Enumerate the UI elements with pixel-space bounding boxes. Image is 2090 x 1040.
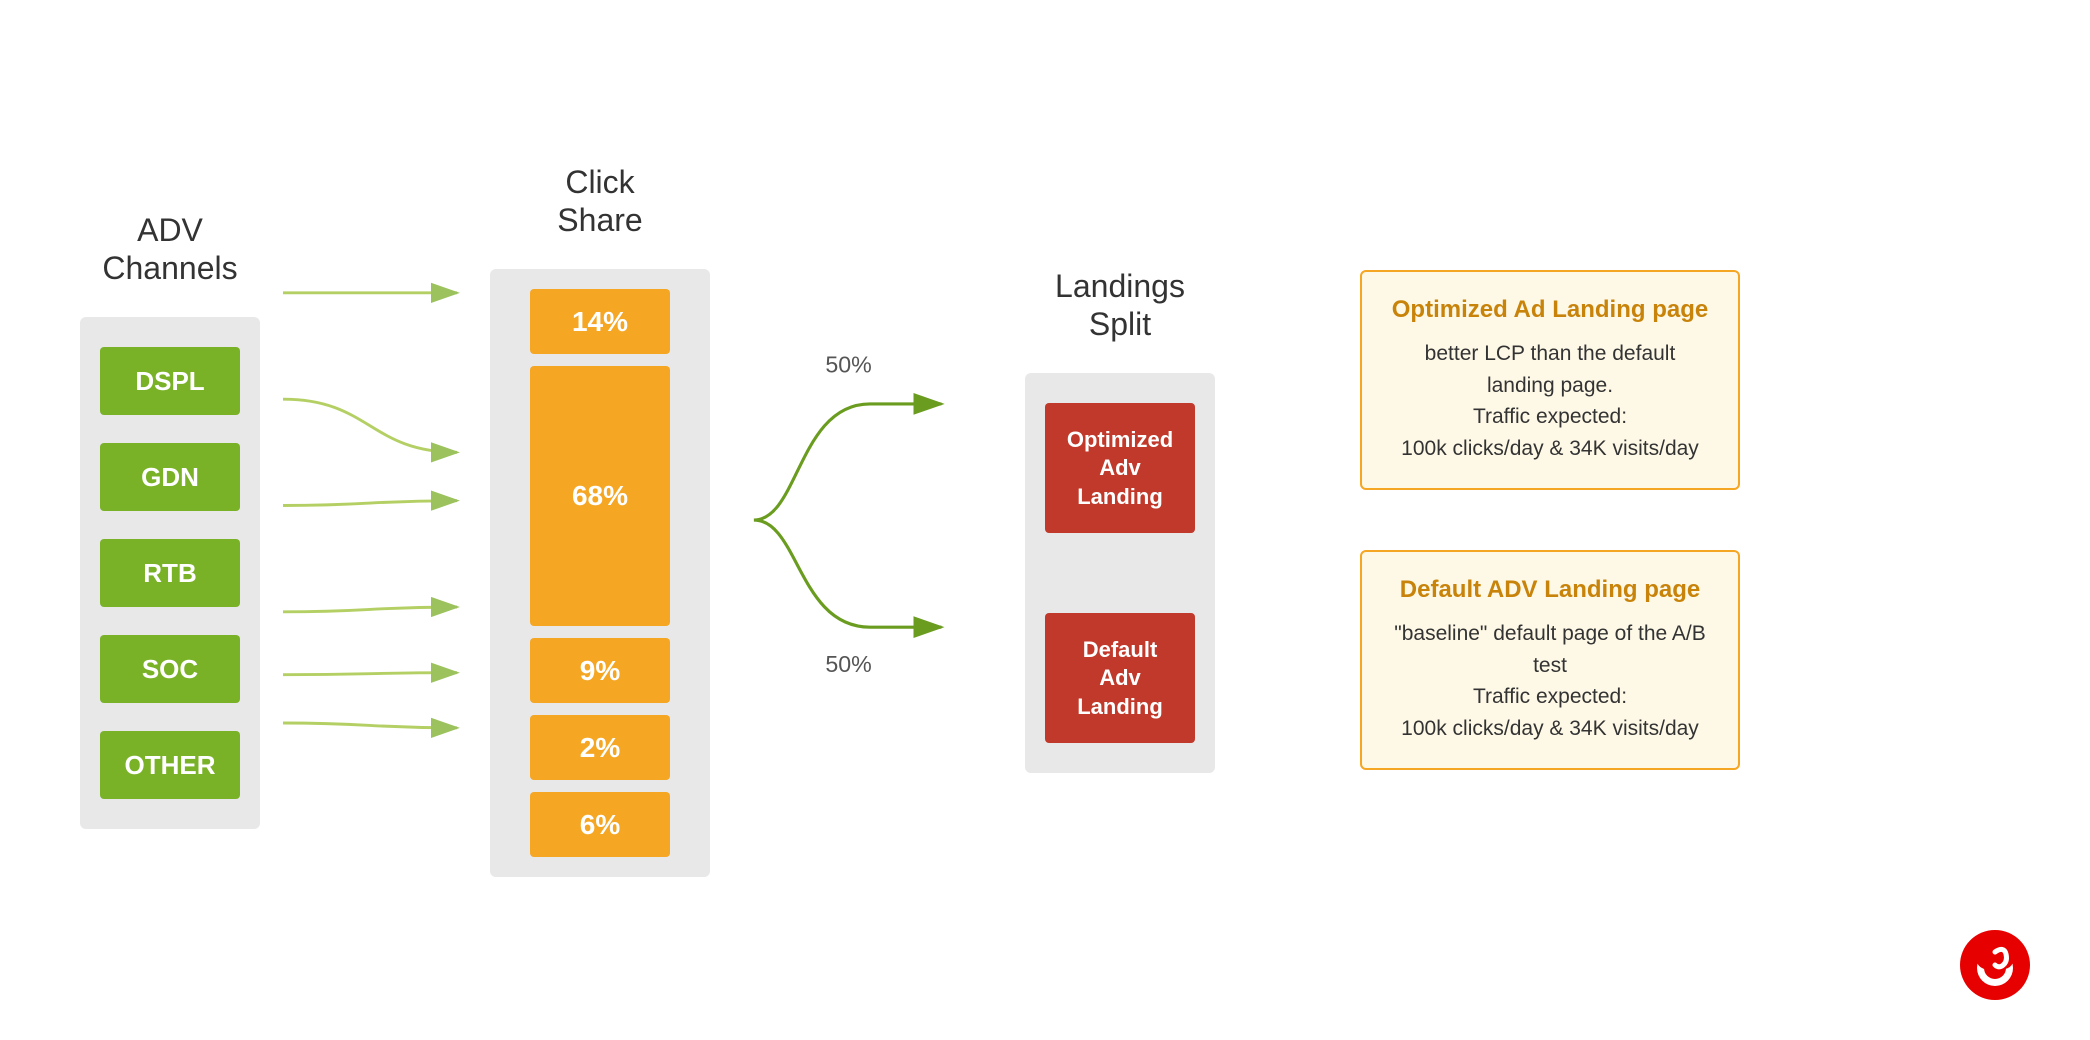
click-box-9: 9% [530,638,670,703]
click-box-2: 2% [530,715,670,780]
left-connectors-svg [280,230,460,810]
adv-box-gdn: GDN [100,443,240,511]
info-title-default: Default ADV Landing page [1390,576,1710,604]
vodafone-logo [1960,930,2030,1000]
info-box-default: Default ADV Landing page "baseline" defa… [1360,550,1740,770]
landings-split-bg: Optimized Adv Landing Default Adv Landin… [1025,373,1215,773]
adv-channels-bg: DSPL GDN RTB SOC OTHER [80,317,260,829]
landing-default: Default Adv Landing [1045,613,1195,743]
adv-box-dspl: DSPL [100,347,240,415]
svg-text:50%: 50% [825,651,871,677]
click-share-bg: 14% 68% 9% 2% 6% [490,269,710,877]
info-text-default: "baseline" default page of the A/B test … [1390,618,1710,744]
info-text-optimized: better LCP than the default landing page… [1390,338,1710,464]
click-box-68: 68% [530,366,670,626]
landings-split-column: Landings Split Optimized Adv Landing Def… [1020,267,1220,774]
diagram-container: ADV Channels DSPL GDN RTB SOC OTHER [0,0,2090,1040]
adv-box-soc: SOC [100,635,240,703]
main-layout: ADV Channels DSPL GDN RTB SOC OTHER [60,40,2030,1000]
right-arrows-svg [1240,270,1320,770]
adv-channels-header: ADV Channels [102,211,237,288]
adv-box-other: OTHER [100,731,240,799]
adv-box-rtb: RTB [100,539,240,607]
adv-channels-column: ADV Channels DSPL GDN RTB SOC OTHER [60,211,280,830]
svg-text:50%: 50% [825,352,871,378]
landing-optimized: Optimized Adv Landing [1045,403,1195,533]
click-share-header: Click Share [557,163,642,240]
click-box-6: 6% [530,792,670,857]
info-column: Optimized Ad Landing page better LCP tha… [1360,270,1740,770]
click-box-14: 14% [530,289,670,354]
split-connectors-svg: 50% 50% [740,270,1000,770]
info-title-optimized: Optimized Ad Landing page [1390,296,1710,324]
info-box-optimized: Optimized Ad Landing page better LCP tha… [1360,270,1740,490]
click-share-column: Click Share 14% 68% 9% 2% 6% [490,163,710,878]
landings-split-header: Landings Split [1055,267,1185,344]
